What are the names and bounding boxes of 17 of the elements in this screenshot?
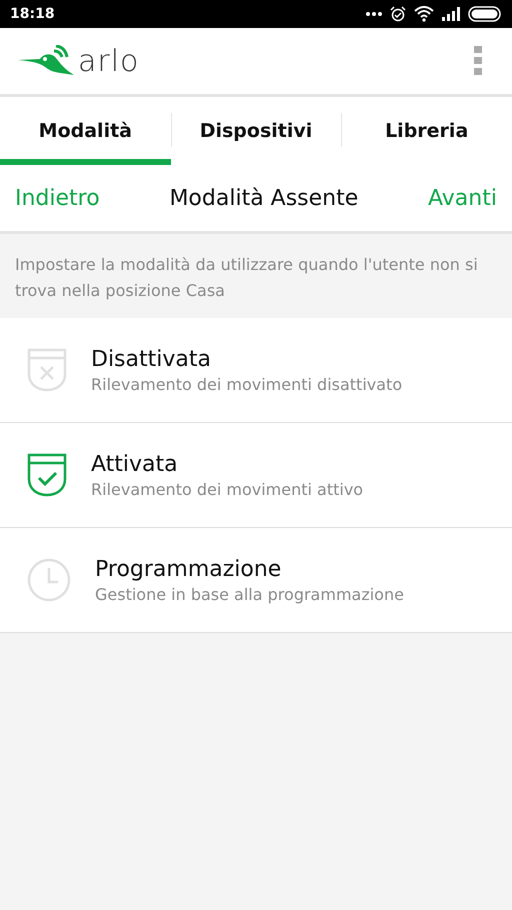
hummingbird-icon	[18, 45, 76, 77]
mode-title[interactable]: Attivata	[91, 452, 364, 476]
battery-icon	[468, 6, 502, 22]
mode-subtitle: Gestione in base alla programmazione	[95, 584, 404, 604]
mode-subtitle: Rilevamento dei movimenti attivo	[91, 480, 364, 498]
more-dots-icon	[366, 12, 382, 16]
overflow-menu-icon[interactable]	[474, 46, 482, 76]
wifi-icon	[414, 6, 434, 22]
logo-text: arlo	[78, 44, 140, 78]
mode-title[interactable]: Programmazione	[95, 556, 404, 582]
mode-title[interactable]: Disattivata	[91, 346, 402, 372]
description-text: Impostare la modalità da utilizzare quando l'utente non si trova nella posizione Casa	[14, 254, 479, 302]
mode-subtitle: Rilevamento dei movimenti disattivato	[91, 374, 402, 394]
status-time: 18:18	[10, 6, 55, 22]
signal-icon	[442, 7, 460, 21]
alarm-icon	[390, 6, 406, 22]
page-title: Modalità Assente	[169, 186, 358, 210]
